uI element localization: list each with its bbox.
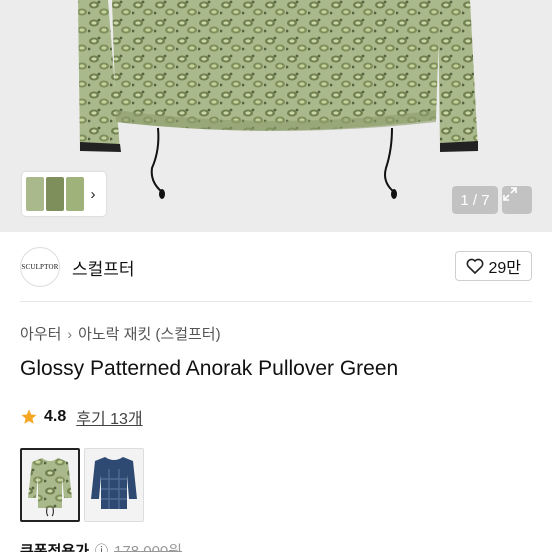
thumbnail-strip[interactable]: ›	[22, 172, 106, 216]
product-title: Glossy Patterned Anorak Pullover Green	[20, 357, 399, 380]
divider	[20, 301, 532, 302]
thumbnail-3[interactable]	[66, 177, 84, 211]
product-image-gallery[interactable]: › 1 / 7	[0, 0, 552, 232]
heart-icon	[467, 258, 484, 274]
shop-row[interactable]: SCULPTOR 스컬프터 29만	[20, 246, 532, 288]
original-price: 178,000원	[114, 543, 183, 552]
color-option-green[interactable]	[20, 448, 80, 522]
image-pager: 1 / 7	[452, 186, 498, 214]
coupon-price-label: 쿠폰적용가	[20, 543, 90, 552]
like-count: 29만	[488, 260, 521, 277]
shop-name[interactable]: 스컬프터	[72, 255, 135, 280]
coupon-price-row: 쿠폰적용가 ⓘ 178,000원	[20, 540, 182, 552]
rating-row[interactable]: 4.8 후기 13개	[20, 405, 143, 429]
star-icon	[21, 409, 37, 424]
expand-icon[interactable]	[502, 186, 532, 214]
info-icon[interactable]: ⓘ	[95, 540, 108, 552]
thumbnail-2[interactable]	[46, 177, 64, 211]
rating-score: 4.8	[44, 408, 67, 425]
review-link[interactable]: 후기 13개	[76, 405, 142, 429]
breadcrumb-item-anorak[interactable]: 아노락 재킷 (스컬프터)	[78, 323, 221, 344]
color-option-navy[interactable]	[84, 448, 144, 522]
chevron-right-icon[interactable]: ›	[86, 177, 100, 211]
chevron-right-icon: ›	[67, 325, 73, 342]
thumbnail-1[interactable]	[26, 177, 44, 211]
color-options	[20, 448, 144, 522]
breadcrumb: 아우터 › 아노락 재킷 (스컬프터)	[20, 323, 221, 344]
like-button[interactable]: 29만	[455, 251, 532, 281]
shop-logo[interactable]: SCULPTOR	[20, 247, 60, 287]
breadcrumb-item-outer[interactable]: 아우터	[20, 323, 61, 344]
